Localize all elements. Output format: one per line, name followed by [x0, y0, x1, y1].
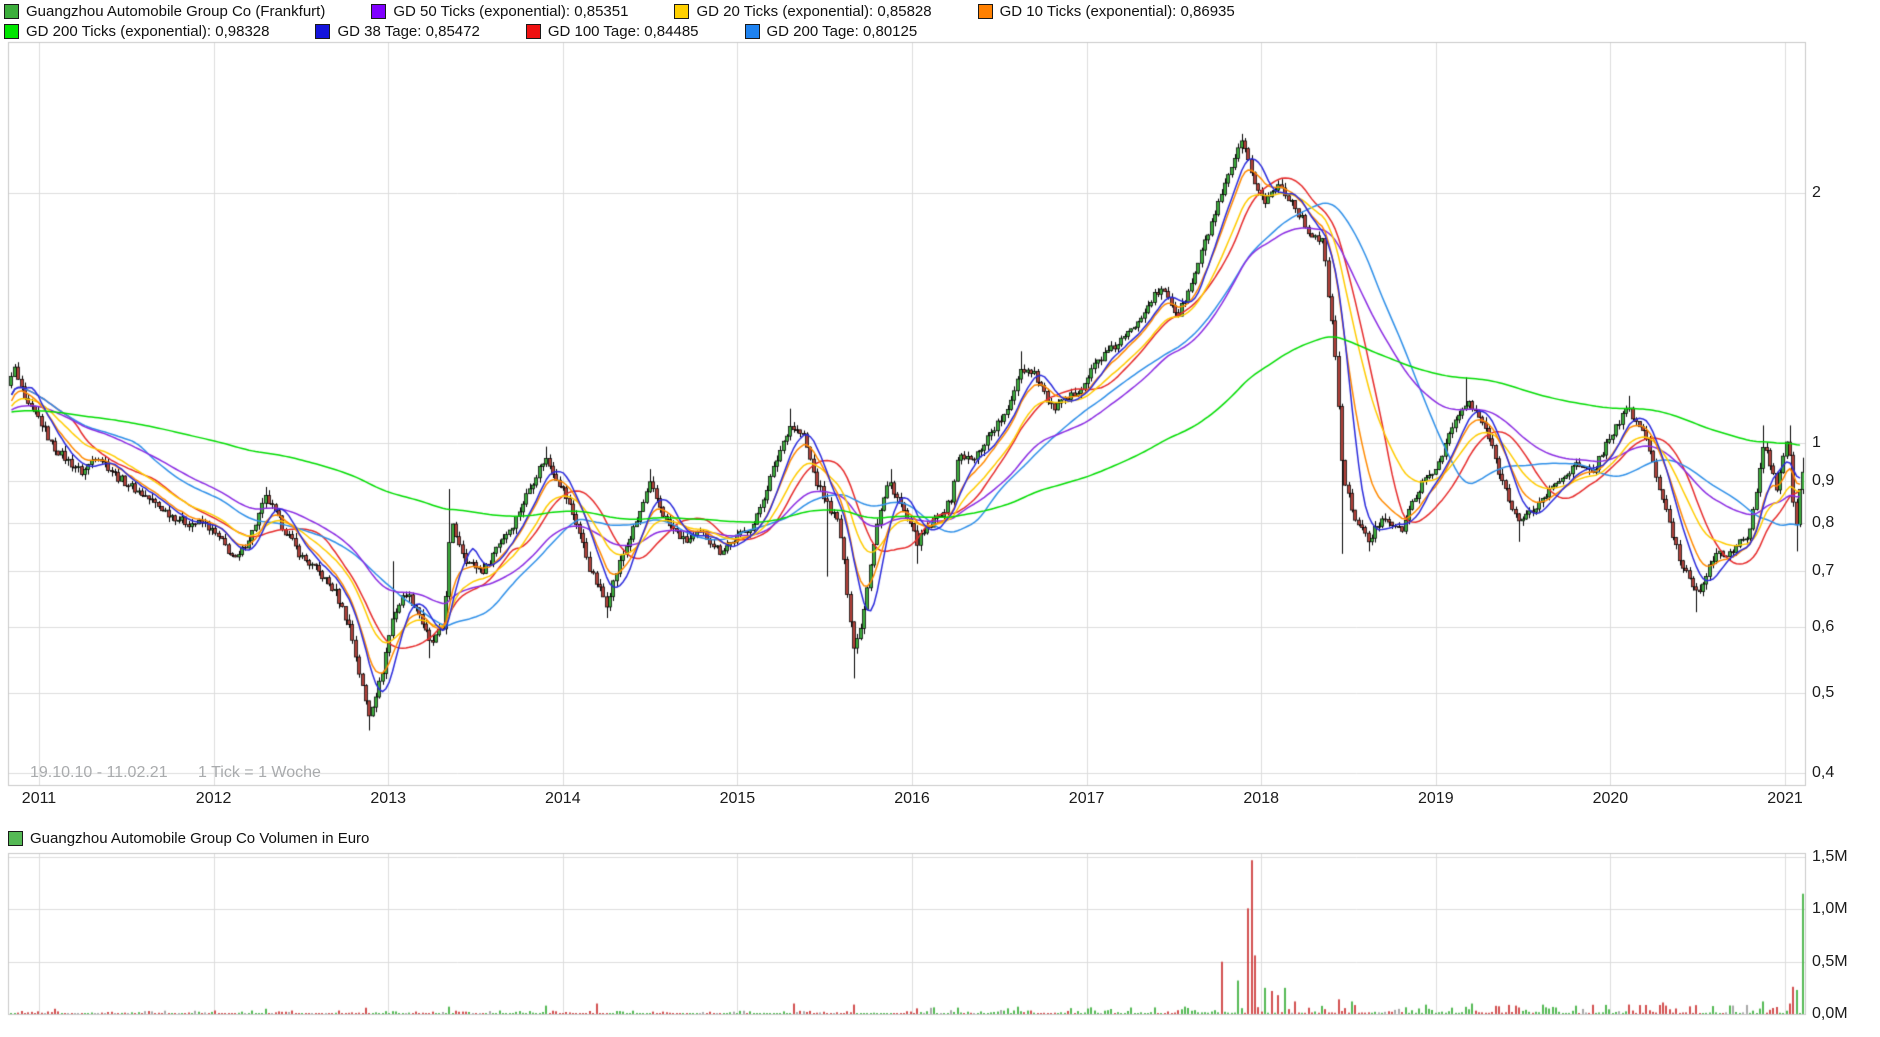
tick-interval-label: 1 Tick = 1 Woche [198, 764, 321, 781]
price-axis-label: 0,4 [1812, 764, 1834, 782]
legend-item-label: GD 38 Tage: 0,85472 [337, 23, 479, 40]
legend-item-series: Guangzhou Automobile Group Co (Frankfurt… [4, 3, 325, 20]
volume-legend: Guangzhou Automobile Group Co Volumen in… [8, 830, 369, 847]
volume-axis-label: 1,0M [1812, 900, 1848, 918]
x-axis-label: 2018 [1226, 790, 1296, 808]
x-axis-label: 2012 [179, 790, 249, 808]
volume-legend-label: Guangzhou Automobile Group Co Volumen in… [30, 830, 369, 847]
volume-color-swatch [8, 831, 23, 846]
volume-axis-label: 1,5M [1812, 848, 1848, 866]
chart-info-text: 19.10.10 - 11.02.21 1 Tick = 1 Woche [30, 764, 321, 782]
gd10-color-swatch [978, 4, 993, 19]
x-axis-label: 2014 [528, 790, 598, 808]
gd100-color-swatch [526, 24, 541, 39]
legend-item-label: GD 200 Ticks (exponential): 0,98328 [26, 23, 269, 40]
legend-item-label: GD 10 Ticks (exponential): 0,86935 [1000, 3, 1235, 20]
legend-item-label: GD 20 Ticks (exponential): 0,85828 [696, 3, 931, 20]
date-range-label: 19.10.10 - 11.02.21 [30, 764, 168, 781]
legend-item-gd38-tage: GD 38 Tage: 0,85472 [315, 23, 479, 40]
legend-item-label: GD 50 Ticks (exponential): 0,85351 [393, 3, 628, 20]
x-axis-label: 2011 [4, 790, 74, 808]
volume-axis-label: 0,0M [1812, 1005, 1848, 1023]
legend-item-label: GD 200 Tage: 0,80125 [767, 23, 918, 40]
price-axis-label: 2 [1812, 184, 1821, 202]
price-axis-label: 0,9 [1812, 472, 1834, 490]
legend-item-gd50-ticks: GD 50 Ticks (exponential): 0,85351 [371, 3, 628, 20]
price-axis-label: 0,6 [1812, 618, 1834, 636]
legend-item-gd200-tage: GD 200 Tage: 0,80125 [745, 23, 918, 40]
series-color-swatch [4, 4, 19, 19]
price-axis-label: 0,7 [1812, 562, 1834, 580]
legend-item-gd200-ticks: GD 200 Ticks (exponential): 0,98328 [4, 23, 269, 40]
price-volume-chart-canvas [0, 0, 1880, 1037]
gd20-color-swatch [674, 4, 689, 19]
x-axis-label: 2017 [1052, 790, 1122, 808]
chart-window: { "legend": { "rows": [ {"items": [ {"la… [0, 0, 1880, 1037]
legend-item-label: GD 100 Tage: 0,84485 [548, 23, 699, 40]
x-axis-label: 2021 [1750, 790, 1820, 808]
price-legend-row-1: Guangzhou Automobile Group Co (Frankfurt… [4, 3, 1235, 20]
legend-item-label: Guangzhou Automobile Group Co (Frankfurt… [26, 3, 325, 20]
x-axis-label: 2019 [1401, 790, 1471, 808]
gd50-color-swatch [371, 4, 386, 19]
price-legend-row-2: GD 200 Ticks (exponential): 0,98328 GD 3… [4, 23, 917, 40]
x-axis-label: 2016 [877, 790, 947, 808]
price-axis-label: 0,5 [1812, 684, 1834, 702]
gd38-color-swatch [315, 24, 330, 39]
gd200-ticks-color-swatch [4, 24, 19, 39]
legend-item-gd10-ticks: GD 10 Ticks (exponential): 0,86935 [978, 3, 1235, 20]
price-axis-label: 1 [1812, 434, 1821, 452]
x-axis-label: 2015 [702, 790, 772, 808]
x-axis-label: 2013 [353, 790, 423, 808]
x-axis-label: 2020 [1575, 790, 1645, 808]
legend-item-gd100-tage: GD 100 Tage: 0,84485 [526, 23, 699, 40]
volume-axis-label: 0,5M [1812, 953, 1848, 971]
legend-item-gd20-ticks: GD 20 Ticks (exponential): 0,85828 [674, 3, 931, 20]
gd200-tage-color-swatch [745, 24, 760, 39]
price-axis-label: 0,8 [1812, 514, 1834, 532]
